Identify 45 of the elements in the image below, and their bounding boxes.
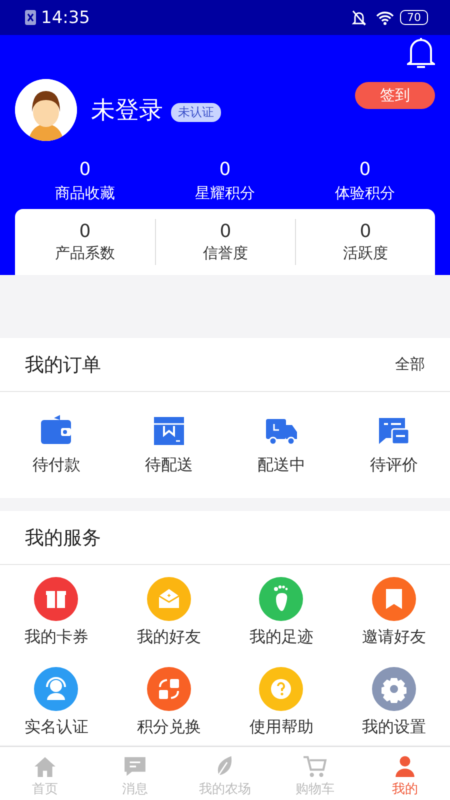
stat-label: 信誉度 (203, 244, 248, 263)
gift-icon[interactable] (34, 576, 78, 620)
service-label[interactable]: 我的好友 (136, 626, 201, 648)
stat-label: 产品系数 (55, 244, 115, 263)
swap-squares-icon[interactable] (146, 666, 191, 710)
settings-icon[interactable] (372, 666, 416, 710)
stat-label: 活跃度 (343, 244, 388, 263)
avatar-drawing[interactable] (15, 79, 77, 141)
service-label[interactable]: 使用帮助 (249, 716, 314, 738)
order-status-label[interactable]: 待评价 (370, 454, 418, 476)
stat-label: 星耀积分 (194, 184, 256, 203)
user-name: 未登录 (91, 95, 163, 126)
service-label[interactable]: 实名认证 (24, 716, 88, 738)
section-title: 我的服务 (25, 526, 102, 550)
service-label[interactable]: 积分兑换 (136, 716, 201, 738)
order-status-label[interactable]: 待配送 (144, 454, 193, 476)
stat-value: 0 (218, 159, 232, 180)
bell-icon[interactable] (407, 37, 435, 69)
mute-icon (352, 10, 366, 26)
stat-value: 0 (79, 221, 91, 242)
wifi-icon (376, 10, 394, 24)
stat-value: 0 (220, 221, 232, 242)
stat-value: 0 (360, 221, 372, 242)
stat-value: 0 (358, 159, 372, 180)
view-all-link[interactable]: 全部 (395, 355, 425, 374)
stat-label: 商品收藏 (54, 184, 116, 203)
headset-person-icon[interactable] (34, 666, 78, 710)
bookmark-icon[interactable] (372, 576, 416, 620)
order-status-label[interactable]: 待付款 (32, 454, 80, 476)
battery-level: 70 (400, 10, 428, 25)
stat-value: 0 (78, 159, 92, 180)
service-label[interactable]: 邀请好友 (362, 626, 426, 648)
sim-icon (25, 10, 36, 25)
footprint-icon[interactable] (259, 576, 304, 620)
stat-label: 体验积分 (334, 184, 396, 203)
section-title: 我的订单 (25, 352, 102, 378)
wallet-icon[interactable] (39, 414, 74, 446)
service-label[interactable]: 我的卡券 (24, 626, 88, 648)
service-label[interactable]: 我的足迹 (249, 626, 314, 648)
order-status-label[interactable]: 配送中 (257, 454, 306, 476)
cart-icon (302, 754, 328, 778)
verification-badge: 未认证 (171, 102, 221, 122)
service-label[interactable]: 我的设置 (362, 716, 426, 738)
status-time: 14:35 (41, 8, 90, 28)
box-icon[interactable] (152, 414, 186, 446)
